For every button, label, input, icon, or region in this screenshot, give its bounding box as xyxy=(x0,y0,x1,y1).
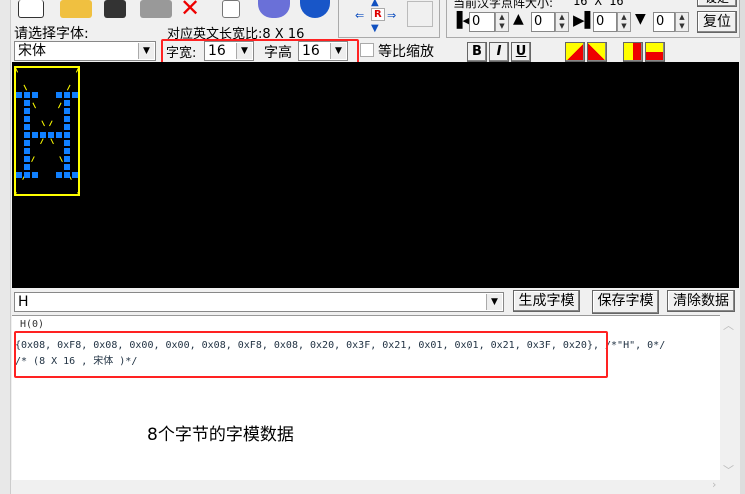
save-font-button[interactable]: 保存字模 xyxy=(592,290,659,314)
scroll-up-icon[interactable]: ︿ xyxy=(723,317,734,333)
info-icon[interactable] xyxy=(300,0,330,18)
glyph-dot xyxy=(64,116,70,122)
right-offset-spinner[interactable]: ▲ ▼ xyxy=(617,12,631,32)
glyph-dot xyxy=(64,156,70,162)
glyph-dot-matrix xyxy=(14,66,80,196)
left-offset-spinner[interactable]: ▲ ▼ xyxy=(495,12,509,32)
glyph-dot xyxy=(32,92,38,98)
glyph-dot xyxy=(24,132,30,138)
bold-button[interactable]: B xyxy=(467,42,487,62)
bottom-margin-icon: ▼ xyxy=(635,11,646,27)
glyph-dot xyxy=(24,100,30,106)
size-annotation: 16*16的字符大小 xyxy=(194,109,331,129)
glyph-dot xyxy=(56,132,62,138)
char-input[interactable]: H ▼ xyxy=(14,292,504,312)
glyph-dot xyxy=(64,148,70,154)
scroll-right-icon[interactable]: › xyxy=(712,478,716,491)
background-window xyxy=(0,0,11,494)
matrix-size-value: 16 X 16 xyxy=(573,0,624,8)
clear-data-button[interactable]: 清除数据 xyxy=(667,290,735,312)
proportional-label: 等比缩放 xyxy=(378,44,434,60)
glyph-dot xyxy=(64,124,70,130)
move-down-icon[interactable]: ▼ xyxy=(371,23,379,34)
glyph-dot xyxy=(24,164,30,170)
glyph-dot xyxy=(72,92,78,98)
open-folder-icon[interactable] xyxy=(60,0,92,18)
bottom-offset-spinner[interactable]: ▲ ▼ xyxy=(675,12,689,32)
glyph-dot xyxy=(24,116,30,122)
move-up-icon[interactable]: ▲ xyxy=(371,0,379,8)
glyph-dot xyxy=(24,92,30,98)
glyph-dot xyxy=(24,156,30,162)
glyph-dot xyxy=(32,172,38,178)
scroll-down-icon[interactable]: ﹀ xyxy=(723,462,734,478)
right-offset-input[interactable]: 0 xyxy=(593,12,617,32)
background-window-edge xyxy=(740,0,745,494)
delete-x-icon[interactable]: ✕ xyxy=(180,0,200,22)
italic-button[interactable]: I xyxy=(489,42,509,62)
top-offset-input[interactable]: 0 xyxy=(531,12,555,32)
glyph-dot xyxy=(64,132,70,138)
move-left-icon[interactable]: ⇐ xyxy=(355,9,364,22)
matrix-panel: 当前汉字点阵大小: 16 X 16 设定 ▐◀ 0 ▲▼ ▲ 0 ▲▼ ▶▌ 0… xyxy=(446,0,740,38)
char-input-value: H xyxy=(18,294,29,310)
generate-button[interactable]: 生成字模 xyxy=(513,290,580,312)
save-disk-icon[interactable] xyxy=(104,0,126,18)
glyph-dot xyxy=(56,92,62,98)
glyph-dot xyxy=(48,132,54,138)
font-value: 宋体 xyxy=(18,43,46,59)
glyph-dot xyxy=(24,172,30,178)
glyph-dot xyxy=(16,172,22,178)
rotate-left-icon[interactable] xyxy=(565,42,585,62)
set-button[interactable]: 设定 xyxy=(697,0,737,7)
matrix-size-label: 当前汉字点阵大小: xyxy=(453,0,554,10)
flip-vertical-icon[interactable] xyxy=(645,42,665,62)
settings-gear-icon[interactable] xyxy=(258,0,290,18)
top-margin-icon: ▲ xyxy=(513,11,524,27)
data-annotation: 8个字节的字模数据 xyxy=(147,425,294,445)
glyph-dot xyxy=(56,172,62,178)
glyph-dot xyxy=(24,124,30,130)
glyph-dot xyxy=(64,108,70,114)
chevron-down-icon: ▼ xyxy=(486,294,502,310)
glyph-dot xyxy=(64,164,70,170)
center-frame-icon[interactable] xyxy=(407,1,433,27)
glyph-dot xyxy=(64,172,70,178)
horizontal-scrollbar[interactable]: › xyxy=(12,478,738,494)
new-file-icon[interactable] xyxy=(18,0,44,18)
glyph-dot xyxy=(64,100,70,106)
top-offset-spinner[interactable]: ▲ ▼ xyxy=(555,12,569,32)
glyph-dot xyxy=(24,108,30,114)
select-font-label: 请选择字体: xyxy=(14,26,89,42)
left-offset-input[interactable]: 0 xyxy=(469,12,495,32)
glyph-dot xyxy=(24,140,30,146)
flip-horizontal-icon[interactable] xyxy=(623,42,643,62)
glyph-dot xyxy=(64,140,70,146)
vertical-scrollbar[interactable]: ︿ ﹀ xyxy=(720,315,738,480)
bottom-offset-input[interactable]: 0 xyxy=(653,12,675,32)
print-icon[interactable] xyxy=(140,0,172,18)
chevron-down-icon: ▼ xyxy=(138,43,154,59)
proportional-checkbox[interactable] xyxy=(360,43,374,57)
glyph-preview-canvas[interactable]: 16*16的字符大小 xyxy=(12,62,739,288)
move-center-button[interactable]: R xyxy=(371,8,385,21)
glyph-dot xyxy=(72,172,78,178)
reset-button[interactable]: 复位 xyxy=(697,11,737,33)
glyph-dot xyxy=(24,148,30,154)
data-highlight-box xyxy=(14,331,608,378)
glyph-dot xyxy=(64,92,70,98)
move-right-icon[interactable]: ⇒ xyxy=(387,9,396,22)
document-icon[interactable] xyxy=(222,0,240,18)
rotate-right-icon[interactable] xyxy=(587,42,607,62)
glyph-dot xyxy=(16,92,22,98)
underline-button[interactable]: U xyxy=(511,42,531,62)
glyph-dot xyxy=(32,132,38,138)
move-panel: ▲ ⇐ R ⇒ ▼ xyxy=(338,0,440,38)
glyph-dot xyxy=(40,132,46,138)
font-select[interactable]: 宋体 ▼ xyxy=(14,41,156,61)
output-header: H(0) xyxy=(20,319,45,330)
